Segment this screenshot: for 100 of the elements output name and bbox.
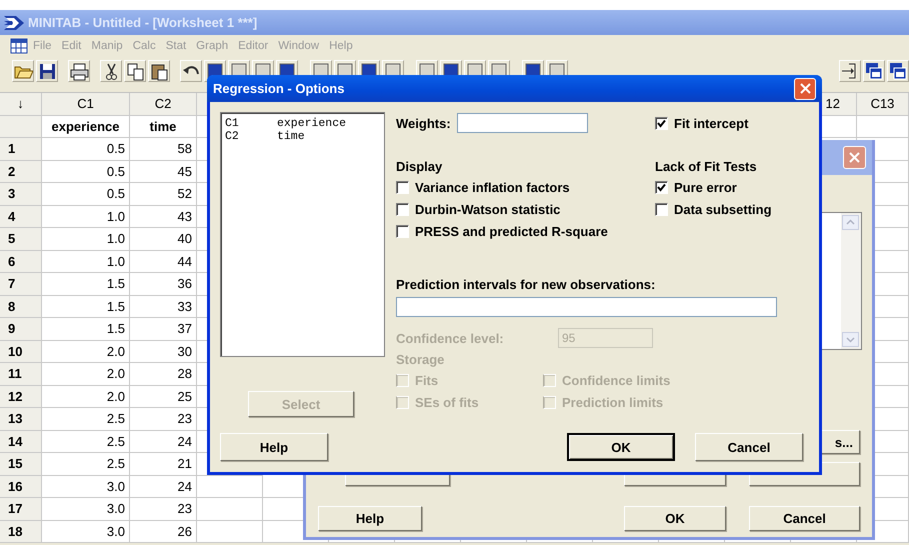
check-icon: [657, 118, 666, 128]
print-icon: [69, 61, 89, 81]
dialog-button[interactable]: Cancel: [695, 433, 803, 461]
dialog-button[interactable]: Cancel: [749, 506, 860, 531]
check-icon: [657, 182, 666, 192]
list-item-column[interactable]: C1: [225, 117, 277, 130]
checkbox[interactable]: [655, 116, 668, 130]
toolbar-button[interactable]: [863, 60, 885, 82]
input-field[interactable]: [396, 297, 777, 317]
table-cell: 58: [178, 141, 192, 156]
copy-icon: [125, 61, 145, 81]
scrollbar[interactable]: [841, 213, 861, 349]
checkbox-label: SEs of fits: [415, 394, 479, 410]
list-item-name[interactable]: time: [277, 130, 305, 143]
row-number: 15: [8, 456, 22, 472]
table-cell: 1.5: [106, 276, 125, 292]
table-cell: 2.0: [106, 344, 125, 359]
row-number: 2: [8, 164, 16, 179]
toolbar-button[interactable]: [839, 60, 861, 82]
table-cell: 1.0: [106, 231, 125, 246]
row-number: 9: [8, 321, 16, 336]
row-number: 1: [8, 141, 16, 156]
table-cell: 36: [178, 276, 192, 292]
undo-icon: [183, 66, 199, 76]
table-cell: 2.0: [106, 366, 125, 382]
app-logo-icon: [4, 14, 24, 30]
dialog-button[interactable]: Help: [220, 433, 328, 461]
list-item-column[interactable]: C2: [225, 130, 277, 143]
table-cell: 1.5: [106, 321, 125, 336]
window-title: MINITAB - Untitled - [Worksheet 1 ***]: [28, 15, 258, 30]
section-heading: Display: [396, 158, 444, 176]
close-button[interactable]: [794, 78, 816, 100]
save-icon: [37, 61, 57, 81]
table-cell: 33: [178, 298, 192, 314]
input-field[interactable]: [456, 113, 588, 133]
table-cell: 0.5: [106, 186, 125, 202]
section-heading: Storage: [396, 350, 446, 369]
close-icon: [849, 152, 860, 163]
row-number: 13: [8, 411, 22, 426]
checkbox[interactable]: [396, 180, 409, 194]
table-cell: 23: [178, 501, 192, 516]
dialog-button[interactable]: Help: [318, 506, 422, 531]
row-number: 14: [8, 434, 22, 449]
checkbox[interactable]: [655, 202, 668, 216]
table-cell: 28: [178, 366, 192, 382]
row-number: 16: [8, 478, 22, 494]
checkbox-label: Data subsetting: [674, 202, 772, 216]
row-number: 10: [8, 344, 22, 359]
checkbox-label: Pure error: [674, 180, 737, 194]
toolbar-button[interactable]: [887, 60, 909, 82]
row-number: 6: [8, 254, 16, 269]
table-cell: 2.5: [106, 411, 125, 426]
table-cell: 2.5: [106, 434, 125, 449]
table-cell: 43: [178, 208, 192, 224]
stacked-windows-icon: [888, 61, 908, 81]
column-header: C1: [77, 96, 94, 112]
row-number: 4: [8, 208, 16, 224]
variable-list[interactable]: C1 experience C2 time: [220, 112, 385, 357]
row-number: 7: [8, 276, 16, 292]
column-header: C2: [154, 96, 172, 112]
toolbar-button[interactable]: [180, 60, 202, 82]
row-number: 17: [8, 501, 22, 516]
table-cell: 37: [178, 321, 192, 336]
table-cell: 30: [178, 344, 192, 359]
table-cell: 1.0: [106, 208, 125, 224]
checkbox[interactable]: [655, 180, 668, 194]
table-cell: 3.0: [106, 501, 125, 516]
close-icon: [800, 83, 810, 94]
column-name: experience: [52, 118, 120, 134]
table-cell: 0.5: [106, 141, 125, 156]
table-cell: 44: [178, 254, 192, 269]
worksheet-icon: [10, 38, 28, 54]
table-cell: 40: [178, 231, 192, 246]
toolbar-button[interactable]: [148, 60, 170, 82]
checkbox-label: Prediction limits: [562, 394, 664, 410]
checkbox-label: Durbin-Watson statistic: [415, 202, 560, 216]
checkbox-label: PRESS and predicted R-square: [415, 224, 608, 238]
checkbox-label: Confidence limits: [562, 372, 670, 388]
dialog-button[interactable]: OK: [567, 433, 675, 461]
section-heading: Lack of Fit Tests: [655, 158, 758, 176]
toolbar-button[interactable]: [124, 60, 146, 82]
checkbox-label: Variance inflation factors: [415, 180, 570, 194]
table-cell: 26: [178, 524, 192, 539]
row-number: 18: [8, 524, 22, 539]
arrow-icon: ↓: [17, 96, 24, 112]
checkbox[interactable]: [396, 224, 409, 238]
toolbar-button[interactable]: [36, 60, 58, 82]
table-cell: 45: [178, 164, 192, 179]
toolbar-button[interactable]: [12, 60, 34, 82]
checkbox[interactable]: [396, 202, 409, 216]
list-item-name[interactable]: experience: [277, 117, 346, 130]
row-number: 3: [8, 186, 16, 202]
field-label: Prediction intervals for new observations:: [396, 277, 656, 292]
dialog-button[interactable]: OK: [624, 506, 726, 531]
toolbar-button[interactable]: [68, 60, 90, 82]
table-cell: 3.0: [106, 478, 125, 494]
toolbar-button[interactable]: [100, 60, 122, 82]
table-cell: 25: [178, 388, 192, 404]
dialog-title: Regression - Options: [213, 81, 344, 96]
table-cell: 1.5: [106, 298, 125, 314]
